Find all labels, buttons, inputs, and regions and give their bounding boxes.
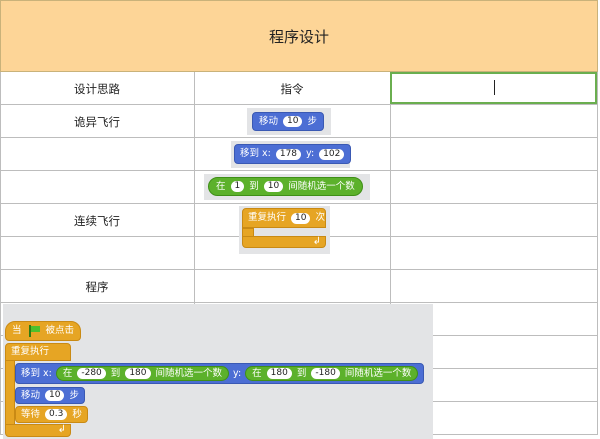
grid-line <box>0 203 598 204</box>
y-input[interactable]: 102 <box>319 148 345 160</box>
to-input[interactable]: 180 <box>125 368 151 379</box>
grid-line <box>0 137 598 138</box>
block-text: 间随机选一个数 <box>155 367 223 379</box>
random-block[interactable]: 在 1 到 10 间随机选一个数 <box>208 177 363 196</box>
row-label-program[interactable]: 程序 <box>0 279 194 295</box>
block-text: y: <box>306 148 315 160</box>
program-wait-block[interactable]: 等待 0.3 秒 <box>15 406 88 423</box>
block-text: 到 <box>110 367 121 379</box>
row-label-continuous-flight[interactable]: 连续飞行 <box>0 213 194 229</box>
block-text: 在 <box>216 180 226 192</box>
goto-block[interactable]: 移到 x: 178 y: 102 <box>234 144 352 164</box>
when-flag-clicked-block[interactable]: 当 被点击 <box>5 321 82 341</box>
title-cell[interactable]: 程序设计 <box>0 0 598 72</box>
block-text: 重复执行 <box>11 346 50 358</box>
block-text: 当 <box>12 325 22 337</box>
block-text: 次 <box>315 212 325 224</box>
block-text: 等待 <box>21 408 41 420</box>
block-text: 被点击 <box>45 325 75 337</box>
forever-block[interactable]: 重复执行 <box>5 343 71 361</box>
block-text: 重复执行 <box>248 212 287 224</box>
repeat-block[interactable]: 重复执行 10 次 <box>242 208 326 228</box>
spreadsheet: 程序设计 设计思路 指令 诡异飞行 连续飞行 程序 移动 10 步 移到 x: … <box>0 0 600 439</box>
block-text: 在 <box>252 367 262 379</box>
block-text: 移到 x: <box>240 148 271 160</box>
text-caret <box>494 80 495 95</box>
steps-input[interactable]: 10 <box>283 116 303 127</box>
x-input[interactable]: 178 <box>275 148 302 160</box>
steps-input[interactable]: 10 <box>45 390 65 401</box>
block-text: 步 <box>69 389 79 401</box>
loop-arrow-icon: ↲ <box>57 424 66 435</box>
program-move-block[interactable]: 移动 10 步 <box>15 387 85 404</box>
repeat-block-foot: ↲ <box>242 236 326 248</box>
program-goto-block[interactable]: 移到 x: 在 -280 到 180 间随机选一个数 y: 在 180 到 -1… <box>15 363 425 384</box>
forever-block-arm <box>5 360 15 428</box>
green-flag-icon <box>28 325 40 337</box>
block-text: 间随机选一个数 <box>288 180 355 192</box>
header-instruction[interactable]: 指令 <box>194 81 390 97</box>
grid-line <box>0 302 598 303</box>
grid-line <box>0 104 598 105</box>
block-text: 步 <box>307 115 317 127</box>
block-text: y: <box>233 367 242 379</box>
block-text: 移动 <box>21 389 41 401</box>
block-text: 移动 <box>259 115 279 127</box>
to-input[interactable]: -180 <box>311 368 340 379</box>
block-text: 移到 x: <box>21 367 52 379</box>
selected-cell[interactable] <box>390 72 597 104</box>
forever-block-foot: ↲ <box>5 424 71 437</box>
grid-line <box>0 170 598 171</box>
repeat-count-input[interactable]: 10 <box>291 212 311 224</box>
block-text: 间随机选一个数 <box>344 367 412 379</box>
random-y-block[interactable]: 在 180 到 -180 间随机选一个数 <box>245 366 419 381</box>
move-block[interactable]: 移动 10 步 <box>252 112 324 131</box>
block-text: 到 <box>249 180 259 192</box>
to-input[interactable]: 10 <box>263 181 284 192</box>
row-label-weird-flight[interactable]: 诡异飞行 <box>0 114 194 130</box>
page-title: 程序设计 <box>268 27 329 46</box>
block-text: 在 <box>62 367 73 379</box>
random-x-block[interactable]: 在 -280 到 180 间随机选一个数 <box>55 366 230 381</box>
wait-input[interactable]: 0.3 <box>45 409 68 420</box>
from-input[interactable]: 180 <box>266 368 292 379</box>
loop-arrow-icon: ↲ <box>312 236 321 247</box>
grid-line <box>0 269 598 270</box>
block-text: 到 <box>296 367 307 379</box>
grid-line <box>597 72 598 434</box>
grid-line <box>194 72 195 304</box>
block-text: 秒 <box>72 408 82 420</box>
from-input[interactable]: -280 <box>77 368 106 379</box>
header-design-idea[interactable]: 设计思路 <box>0 81 194 97</box>
from-input[interactable]: 1 <box>230 181 245 192</box>
